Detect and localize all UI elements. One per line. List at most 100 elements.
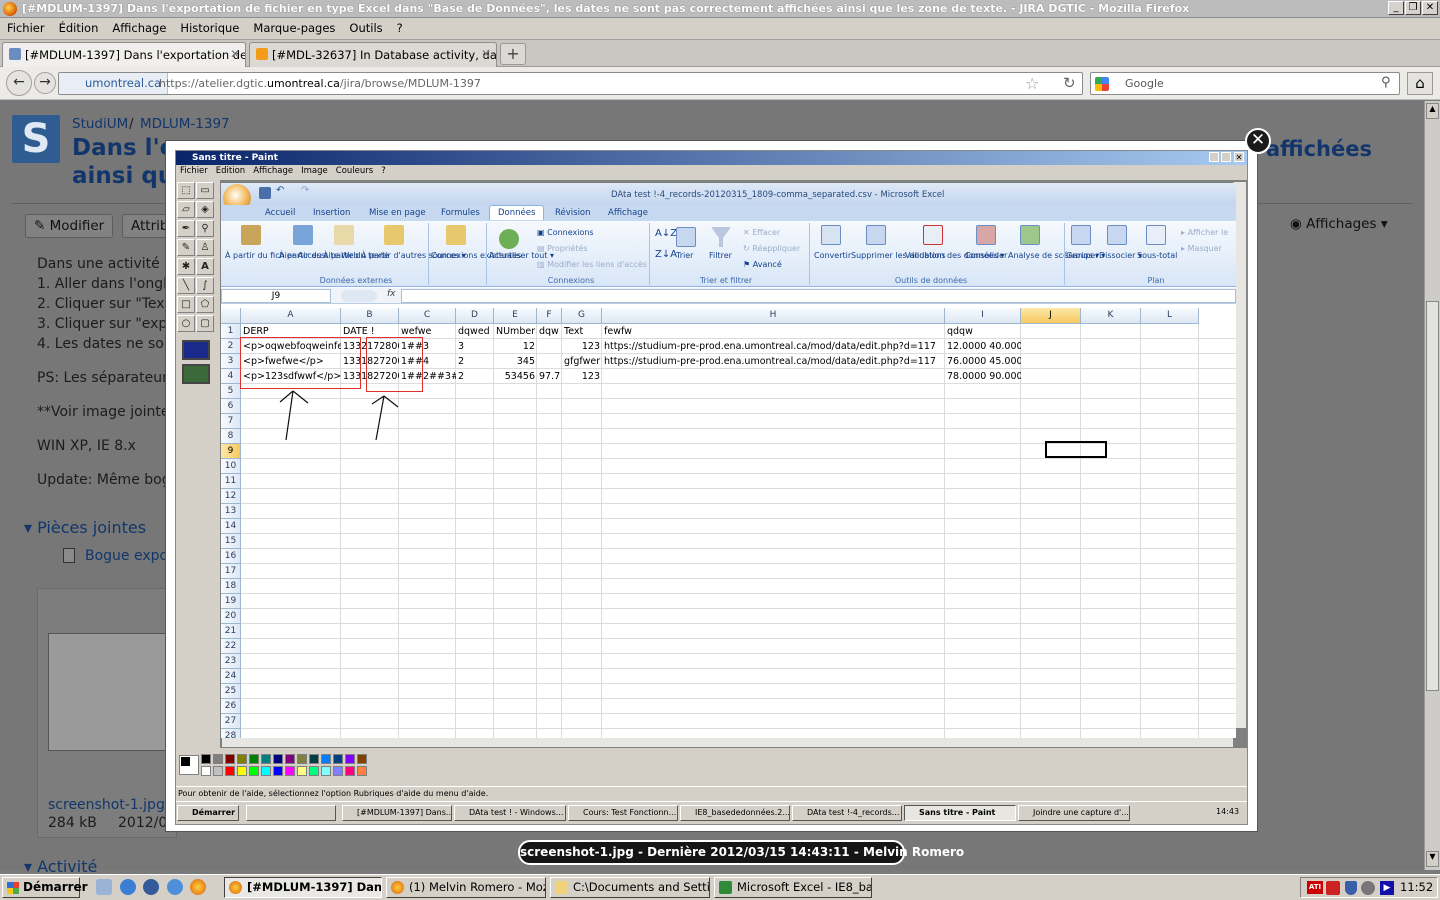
- quicklaunch-explorer-icon[interactable]: [96, 879, 112, 895]
- excel-tab-accueil[interactable]: Accueil: [265, 208, 295, 218]
- attachment-filename[interactable]: screenshot-1.jpg: [48, 797, 165, 813]
- sort-az-icon[interactable]: A↓Z: [655, 229, 677, 239]
- redo-icon[interactable]: ↷: [301, 185, 309, 196]
- close-window-button[interactable]: ✕: [1422, 1, 1438, 15]
- modify-button[interactable]: ✎ Modifier: [25, 214, 114, 238]
- row-header-16[interactable]: 16: [221, 549, 241, 564]
- cell-G2[interactable]: 123: [562, 339, 602, 354]
- tab-mdl-32637[interactable]: [#MDL-32637] In Database activity, dat..…: [249, 42, 497, 67]
- row-header-27[interactable]: 27: [221, 714, 241, 729]
- row-header-6[interactable]: 6: [221, 399, 241, 414]
- rounded-rect-icon[interactable]: ▢: [196, 315, 214, 332]
- start-button[interactable]: Démarrer: [2, 877, 88, 898]
- cell-E4[interactable]: 53456: [494, 369, 537, 384]
- ribbon-btn-group[interactable]: Grouper ▾: [1066, 251, 1105, 260]
- row-header-26[interactable]: 26: [221, 699, 241, 714]
- row-header-18[interactable]: 18: [221, 579, 241, 594]
- palette-color[interactable]: [213, 754, 223, 764]
- row-header-17[interactable]: 17: [221, 564, 241, 579]
- selected-cell-j9[interactable]: [1045, 441, 1107, 458]
- menu-marque-pages[interactable]: Marque-pages: [246, 18, 342, 35]
- palette-color[interactable]: [333, 766, 343, 776]
- fx-icon[interactable]: fx: [387, 289, 396, 299]
- lightbox-close-button[interactable]: ✕: [1245, 128, 1271, 154]
- airbrush-icon[interactable]: ✱: [177, 258, 195, 275]
- row-header-2[interactable]: 2: [221, 339, 241, 354]
- palette-color[interactable]: [213, 766, 223, 776]
- excel-tab-formules[interactable]: Formules: [441, 208, 480, 218]
- taskbar-item[interactable]: [#MDLUM-1397] Dan...: [224, 877, 382, 898]
- cell-E3[interactable]: 345: [494, 354, 537, 369]
- column-header-L[interactable]: L: [1141, 308, 1199, 324]
- existing-conn-icon[interactable]: [446, 225, 466, 245]
- palette-color[interactable]: [297, 766, 307, 776]
- palette-color[interactable]: [273, 766, 283, 776]
- palette-color[interactable]: [345, 766, 355, 776]
- breadcrumb-project[interactable]: StudiUM: [72, 116, 128, 132]
- views-button[interactable]: ◉ Affichages ▾: [1290, 216, 1388, 232]
- ribbon-btn-web[interactable]: À partir du site Web: [279, 251, 359, 260]
- web-icon[interactable]: [293, 225, 313, 245]
- bookmark-star-icon[interactable]: ☆: [1025, 74, 1039, 93]
- restore-button[interactable]: ❐: [1405, 1, 1421, 15]
- foreground-color-swatch[interactable]: [181, 757, 190, 766]
- text-file-icon[interactable]: [334, 225, 354, 245]
- ribbon-btn-validation[interactable]: Validation des données ▾: [905, 251, 1004, 260]
- palette-color[interactable]: [225, 766, 235, 776]
- paint-restore-icon[interactable]: [1221, 152, 1231, 162]
- excel-tab-mise-en-page[interactable]: Mise en page: [369, 208, 426, 218]
- select-all-corner[interactable]: [221, 308, 241, 324]
- palette-color[interactable]: [297, 754, 307, 764]
- paint-menu-item[interactable]: Couleurs: [332, 166, 377, 176]
- quicklaunch-search-icon[interactable]: [167, 879, 183, 895]
- row-header-19[interactable]: 19: [221, 594, 241, 609]
- undo-icon[interactable]: ↶: [276, 185, 284, 196]
- row-header-10[interactable]: 10: [221, 459, 241, 474]
- reload-icon[interactable]: ↻: [1063, 74, 1076, 92]
- menu-affichage[interactable]: Affichage: [105, 18, 173, 35]
- ribbon-btn-convert[interactable]: Convertir: [814, 251, 851, 260]
- scroll-down-icon[interactable]: ▼: [1426, 851, 1439, 867]
- row-header-13[interactable]: 13: [221, 504, 241, 519]
- palette-color[interactable]: [333, 754, 343, 764]
- access-icon[interactable]: [241, 225, 261, 245]
- menu-outils[interactable]: Outils: [342, 18, 389, 35]
- ribbon-btn-other[interactable]: À partir d'autres sources ▾: [361, 251, 466, 260]
- paint-menu-item[interactable]: ?: [377, 166, 390, 176]
- column-header-E[interactable]: E: [494, 308, 537, 324]
- name-box[interactable]: J9: [221, 289, 331, 303]
- palette-color[interactable]: [273, 754, 283, 764]
- curve-icon[interactable]: ∫: [196, 277, 214, 294]
- row-header-7[interactable]: 7: [221, 414, 241, 429]
- search-box[interactable]: Google ⚲: [1090, 72, 1400, 95]
- palette-color[interactable]: [237, 766, 247, 776]
- color-picker-icon[interactable]: ✒: [177, 220, 195, 237]
- row-header-15[interactable]: 15: [221, 534, 241, 549]
- ungroup-icon[interactable]: [1107, 225, 1127, 245]
- consolidate-icon[interactable]: [976, 225, 996, 245]
- google-icon[interactable]: [1095, 77, 1109, 91]
- cell-F4[interactable]: 97.7: [537, 369, 562, 384]
- media-player-icon[interactable]: ▶: [1380, 881, 1394, 895]
- taskbar-item[interactable]: (1) Melvin Romero - Mozil...: [386, 877, 546, 898]
- menu-fichier[interactable]: Fichier: [0, 18, 52, 35]
- back-button[interactable]: ←: [6, 70, 32, 96]
- sort-za-icon[interactable]: Z↓A: [655, 250, 677, 260]
- ribbon-btn-subtotal[interactable]: Sous-total: [1137, 251, 1177, 260]
- text-tool-icon[interactable]: A: [196, 258, 214, 275]
- quicklaunch-firefox-icon[interactable]: [190, 879, 206, 895]
- row-header-22[interactable]: 22: [221, 639, 241, 654]
- ribbon-btn-filter[interactable]: Filtrer: [709, 251, 732, 260]
- column-header-D[interactable]: D: [456, 308, 494, 324]
- cell-H3[interactable]: https://studium-pre-prod.ena.umontreal.c…: [602, 354, 945, 369]
- column-header-H[interactable]: H: [602, 308, 945, 324]
- brush-icon[interactable]: ♙: [196, 239, 214, 256]
- cell-I3[interactable]: 76.0000 45.0000: [945, 354, 1021, 369]
- palette-color[interactable]: [309, 754, 319, 764]
- column-header-J[interactable]: J: [1021, 308, 1081, 324]
- paint-menu-item[interactable]: Fichier: [176, 166, 212, 176]
- site-identity[interactable]: umontreal.ca: [59, 73, 169, 94]
- paint-close-icon[interactable]: ✕: [1234, 152, 1244, 162]
- cell-D4[interactable]: 2: [456, 369, 494, 384]
- palette-color[interactable]: [285, 754, 295, 764]
